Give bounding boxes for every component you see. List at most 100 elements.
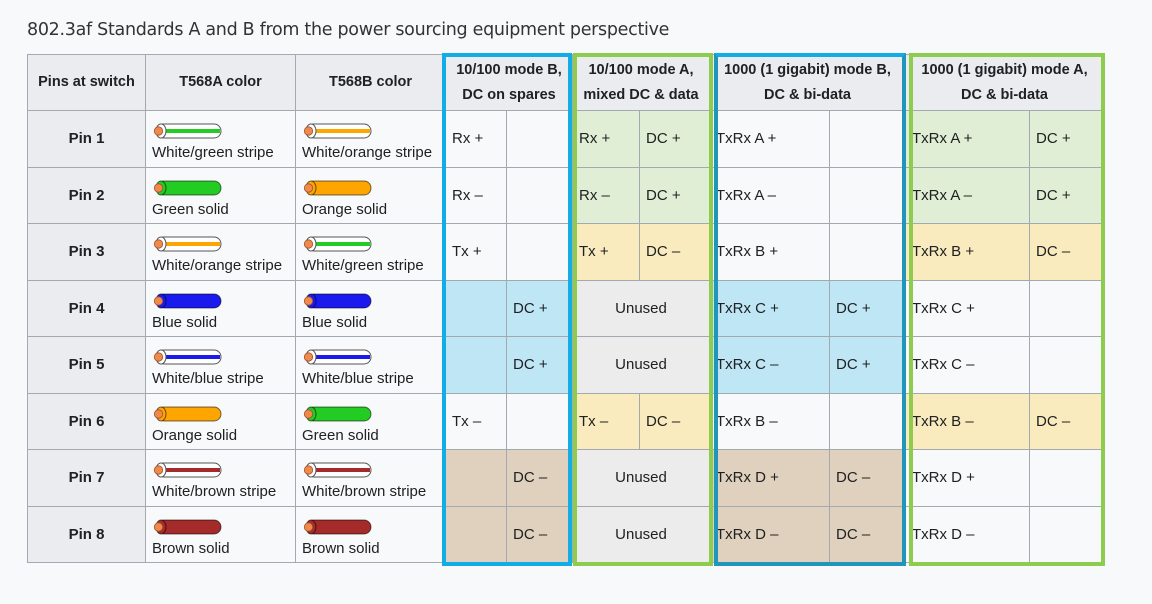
pin-label: Pin 6 — [27, 392, 146, 450]
table-caption: 802.3af Standards A and B from the power… — [27, 20, 670, 40]
b100-signal-cell — [445, 336, 507, 394]
a1000-signal-cell: TxRx D – — [905, 505, 1030, 563]
b1000-signal-cell: TxRx B – — [709, 392, 830, 450]
wire-blue-solid-icon — [303, 293, 372, 309]
wire-color-label: White/blue stripe — [152, 370, 264, 388]
wire-white-brown-stripe-icon — [303, 462, 372, 478]
b100-power-cell: DC + — [506, 279, 573, 337]
wire-brown-solid-icon — [153, 519, 222, 535]
header-line: 1000 (1 gigabit) mode B, — [724, 61, 891, 78]
a100-signal-cell: Unused — [572, 505, 710, 563]
b100-power-cell — [506, 110, 573, 168]
header-line: DC & bi-data — [764, 86, 851, 103]
wire-white-orange-stripe-icon — [153, 236, 222, 252]
b1000-signal-cell: TxRx C + — [709, 279, 830, 337]
a1000-signal-cell: TxRx D + — [905, 449, 1030, 507]
header-line: 10/100 mode B, — [456, 61, 562, 78]
t568b-cell: Green solid — [295, 392, 446, 450]
b1000-signal-cell: TxRx C – — [709, 336, 830, 394]
wire-brown-solid-icon — [303, 519, 372, 535]
b1000-signal-cell: TxRx A – — [709, 166, 830, 224]
header-10-100-mode-a: 10/100 mode A, mixed DC & data — [572, 54, 710, 111]
header-row: Pins at switch T568A color T568B color 1… — [27, 54, 1104, 111]
header-line: 10/100 mode A, — [588, 61, 694, 78]
t568b-cell: White/brown stripe — [295, 449, 446, 507]
b1000-power-cell — [829, 110, 906, 168]
pin-label: Pin 7 — [27, 449, 146, 507]
t568b-cell: White/blue stripe — [295, 336, 446, 394]
a1000-power-cell: DC – — [1029, 392, 1104, 450]
wire-color-label: Orange solid — [302, 200, 388, 218]
b100-power-cell — [506, 223, 573, 281]
t568b-cell: Blue solid — [295, 279, 446, 337]
b1000-signal-cell: TxRx D – — [709, 505, 830, 563]
table-row: Pin 7 White/brown stripe White/brown strip… — [27, 449, 1104, 507]
wire-white-brown-stripe-icon — [153, 462, 222, 478]
a1000-power-cell — [1029, 336, 1104, 394]
header-10-100-mode-b: 10/100 mode B, DC on spares — [445, 54, 573, 111]
a1000-power-cell: DC + — [1029, 110, 1104, 168]
wire-color-label: White/orange stripe — [152, 257, 283, 275]
pin-label: Pin 5 — [27, 336, 146, 394]
poe-pinout-table: Pins at switch T568A color T568B color 1… — [27, 54, 1104, 563]
wire-green-solid-icon — [303, 406, 372, 422]
wire-color-label: Orange solid — [152, 426, 238, 444]
table-row: Pin 1 White/green stripe White/orange stri… — [27, 110, 1104, 168]
header-line: DC & bi-data — [961, 86, 1048, 103]
header-1000-mode-b: 1000 (1 gigabit) mode B, DC & bi-data — [709, 54, 906, 111]
pin-label: Pin 3 — [27, 223, 146, 281]
pin-label: Pin 8 — [27, 505, 146, 563]
b100-power-cell: DC – — [506, 505, 573, 563]
header-t568a: T568A color — [145, 54, 296, 111]
wire-orange-solid-icon — [153, 406, 222, 422]
a100-signal-cell: Tx – — [572, 392, 640, 450]
a1000-power-cell — [1029, 279, 1104, 337]
header-1000-mode-a: 1000 (1 gigabit) mode A, DC & bi-data — [905, 54, 1104, 111]
b100-signal-cell: Tx + — [445, 223, 507, 281]
a100-signal-cell: Unused — [572, 279, 710, 337]
t568a-cell: White/green stripe — [145, 110, 296, 168]
b1000-power-cell: DC – — [829, 449, 906, 507]
wire-white-blue-stripe-icon — [153, 349, 222, 365]
wire-blue-solid-icon — [153, 293, 222, 309]
t568a-cell: Green solid — [145, 166, 296, 224]
b100-signal-cell — [445, 505, 507, 563]
wire-color-label: White/orange stripe — [302, 144, 433, 162]
b1000-power-cell — [829, 166, 906, 224]
b100-signal-cell: Rx – — [445, 166, 507, 224]
wire-color-label: White/green stripe — [152, 144, 274, 162]
table-row: Pin 2 Green solid Orange solid Rx – Rx – DC +… — [27, 166, 1104, 224]
pin-label: Pin 2 — [27, 166, 146, 224]
a1000-signal-cell: TxRx C – — [905, 336, 1030, 394]
table-row: Pin 5 White/blue stripe White/blue stripe D… — [27, 336, 1104, 394]
t568a-cell: Blue solid — [145, 279, 296, 337]
wire-white-orange-stripe-icon — [303, 123, 372, 139]
a1000-signal-cell: TxRx B + — [905, 223, 1030, 281]
t568b-cell: Orange solid — [295, 166, 446, 224]
b1000-power-cell — [829, 392, 906, 450]
t568a-cell: White/orange stripe — [145, 223, 296, 281]
t568b-cell: White/orange stripe — [295, 110, 446, 168]
wire-orange-solid-icon — [303, 180, 372, 196]
header-t568b: T568B color — [295, 54, 446, 111]
b100-power-cell — [506, 392, 573, 450]
header-line: DC on spares — [462, 86, 556, 103]
b1000-signal-cell: TxRx A + — [709, 110, 830, 168]
b100-power-cell: DC – — [506, 449, 573, 507]
b1000-signal-cell: TxRx D + — [709, 449, 830, 507]
a1000-signal-cell: TxRx A – — [905, 166, 1030, 224]
a1000-signal-cell: TxRx B – — [905, 392, 1030, 450]
b100-signal-cell — [445, 279, 507, 337]
a1000-signal-cell: TxRx C + — [905, 279, 1030, 337]
t568a-cell: White/blue stripe — [145, 336, 296, 394]
wire-color-label: White/blue stripe — [302, 370, 414, 388]
a100-signal-cell: Unused — [572, 449, 710, 507]
a100-signal-cell: Unused — [572, 336, 710, 394]
wire-color-label: White/green stripe — [302, 257, 424, 275]
a100-signal-cell: Rx – — [572, 166, 640, 224]
t568b-cell: White/green stripe — [295, 223, 446, 281]
wire-color-label: White/brown stripe — [302, 483, 427, 501]
t568a-cell: Brown solid — [145, 505, 296, 563]
a1000-power-cell: DC – — [1029, 223, 1104, 281]
wire-white-green-stripe-icon — [303, 236, 372, 252]
